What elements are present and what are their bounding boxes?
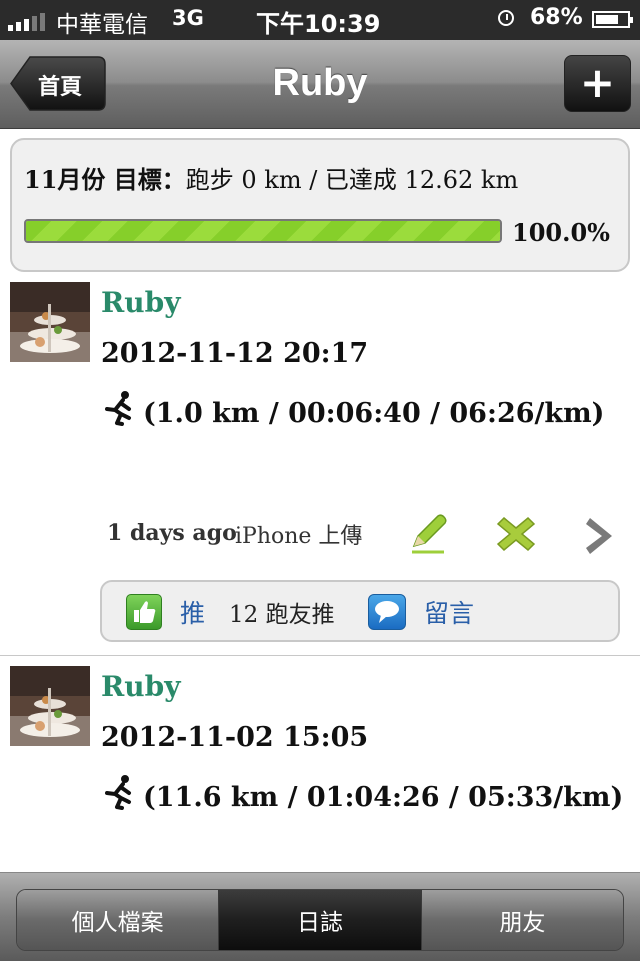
tab-bar: 個人檔案 日誌 朋友 bbox=[0, 872, 640, 961]
goal-progress-fill bbox=[26, 221, 500, 241]
battery-percent: 68% bbox=[530, 5, 583, 30]
status-bar: 中華電信 3G 下午10:39 68% bbox=[0, 0, 640, 40]
entry-username[interactable]: Ruby bbox=[101, 670, 180, 703]
goal-month-label: 11月份 目標： bbox=[24, 165, 186, 194]
entry-time-ago: 1 days ago bbox=[107, 520, 237, 546]
chevron-right-icon[interactable] bbox=[580, 514, 624, 558]
goal-summary: 11月份 目標：跑步 0 km / 已達成 12.62 km bbox=[24, 160, 518, 195]
tab-friends[interactable]: 朋友 bbox=[421, 890, 623, 950]
avatar-photo bbox=[10, 282, 90, 362]
comment-bubble-icon[interactable] bbox=[368, 594, 406, 630]
entry-stats-row: (1.0 km / 00:06:40 / 06:26/km) bbox=[101, 390, 604, 429]
delete-x-icon[interactable] bbox=[494, 512, 538, 556]
battery-icon bbox=[592, 11, 633, 28]
add-button[interactable]: + bbox=[564, 55, 631, 112]
like-button[interactable]: 推 bbox=[180, 594, 205, 630]
signal-icon bbox=[8, 13, 45, 31]
carrier-name: 中華電信 bbox=[56, 12, 148, 38]
network-type: 3G bbox=[172, 6, 204, 30]
entry-divider bbox=[0, 655, 640, 656]
comment-button[interactable]: 留言 bbox=[424, 594, 474, 630]
tab-journal[interactable]: 日誌 bbox=[219, 890, 422, 950]
navigation-bar: 首頁 Ruby + bbox=[0, 40, 640, 129]
status-time: 下午10:39 bbox=[256, 10, 381, 38]
entry-stats-text: (11.6 km / 01:04:26 / 05:33/km) bbox=[143, 782, 624, 813]
avatar[interactable] bbox=[10, 282, 90, 362]
entry-username[interactable]: Ruby bbox=[101, 286, 180, 319]
goal-progress-bar bbox=[24, 219, 502, 243]
segmented-tabs: 個人檔案 日誌 朋友 bbox=[16, 889, 624, 951]
pencil-icon[interactable] bbox=[406, 512, 450, 556]
entry-stats-row: (11.6 km / 01:04:26 / 05:33/km) bbox=[101, 774, 623, 813]
tab-profile[interactable]: 個人檔案 bbox=[17, 890, 220, 950]
runner-icon bbox=[105, 775, 131, 810]
runner-icon bbox=[105, 391, 131, 426]
entry-datetime: 2012-11-12 20:17 bbox=[101, 338, 369, 369]
goal-progress-percent: 100.0% bbox=[512, 218, 610, 247]
avatar[interactable] bbox=[10, 666, 90, 746]
avatar-photo bbox=[10, 666, 90, 746]
goal-target-text: 跑步 0 km / 已達成 12.62 km bbox=[185, 166, 519, 194]
monthly-goal-panel: 11月份 目標：跑步 0 km / 已達成 12.62 km 100.0% bbox=[10, 138, 630, 272]
page-title: Ruby bbox=[272, 62, 368, 104]
entry-source: iPhone 上傳 bbox=[235, 524, 363, 549]
like-count: 12 跑友推 bbox=[229, 602, 335, 628]
plus-icon: + bbox=[579, 58, 616, 107]
thumbs-up-icon[interactable] bbox=[126, 594, 162, 630]
entry-action-bar: 推 12 跑友推 留言 bbox=[100, 580, 620, 642]
entry-stats-text: (1.0 km / 00:06:40 / 06:26/km) bbox=[143, 398, 605, 429]
entry-datetime: 2012-11-02 15:05 bbox=[101, 722, 369, 753]
alarm-icon bbox=[498, 10, 514, 26]
